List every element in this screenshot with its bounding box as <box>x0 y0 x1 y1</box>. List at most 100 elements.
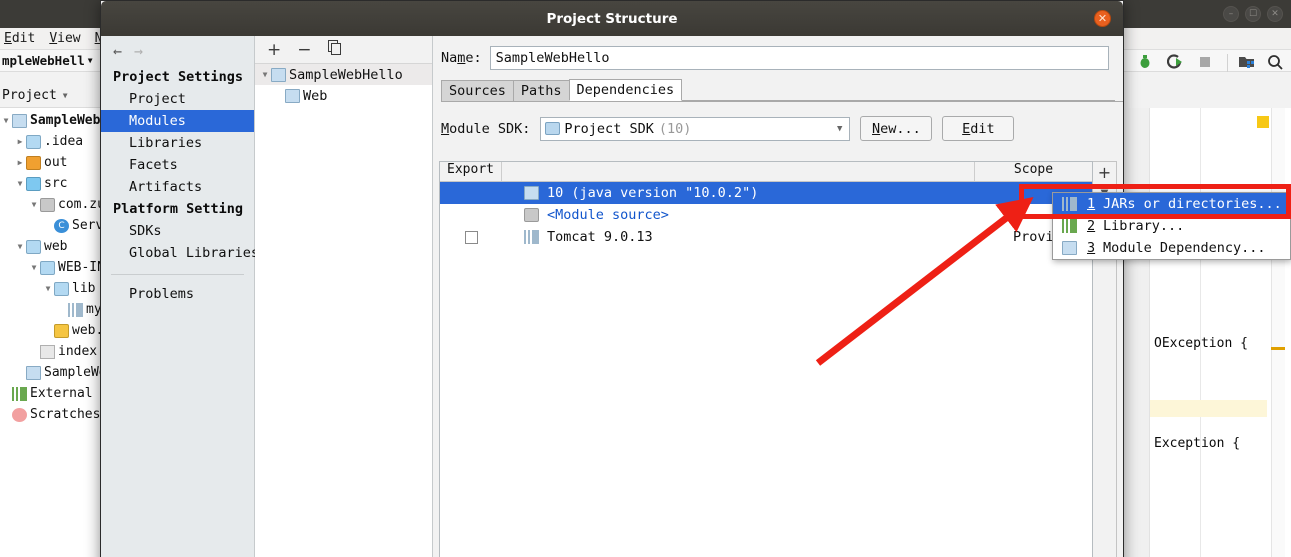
nav-divider <box>111 274 244 275</box>
remove-module-button[interactable]: − <box>297 40 311 60</box>
export-cell[interactable] <box>440 230 502 244</box>
dialog-titlebar: Project Structure ✕ <box>101 1 1123 36</box>
tree-twisty-icon[interactable]: ▼ <box>28 200 40 209</box>
tree-twisty-icon[interactable]: ▼ <box>42 284 54 293</box>
menu-item-mnemonic: 1 <box>1087 196 1096 212</box>
sidebar-item-modules[interactable]: Modules <box>101 110 254 132</box>
tree-twisty-icon[interactable]: ▼ <box>259 70 271 79</box>
module-name-row: Name: SampleWebHello <box>433 36 1123 70</box>
module-icon <box>1062 241 1077 255</box>
editor-error-stripe[interactable] <box>1257 108 1285 557</box>
jar-icon <box>68 302 83 317</box>
library-icon <box>1062 219 1077 233</box>
tab-dependencies[interactable]: Dependencies <box>568 79 683 101</box>
sidebar-item-artifacts[interactable]: Artifacts <box>101 176 254 198</box>
module-sdk-value: Project SDK <box>564 120 654 137</box>
sidebar-item-global-libraries[interactable]: Global Libraries <box>101 242 259 264</box>
project-tree-item-label: web. <box>72 323 104 338</box>
dialog-close-button[interactable]: ✕ <box>1094 10 1111 27</box>
settings-nav[interactable]: ← → Project Settings Project Modules Librar… <box>101 36 259 557</box>
menu-item-1[interactable]: 1 JARs or directories... <box>1053 193 1290 215</box>
tab-paths[interactable]: Paths <box>512 80 570 101</box>
warning-marker[interactable] <box>1257 116 1269 128</box>
dependencies-table[interactable]: Export Scope 10 (java version "10.0.2") <… <box>439 161 1093 557</box>
modules-toolbar[interactable]: + − <box>255 36 432 64</box>
menu-item-2[interactable]: 2 Library... <box>1053 215 1290 237</box>
ide-toolbar-icons[interactable] <box>1107 54 1285 72</box>
new-sdk-button[interactable]: New... <box>860 116 933 141</box>
menu-item-label: Module Dependency... <box>1103 240 1266 256</box>
tree-twisty-icon[interactable]: ▼ <box>0 116 12 125</box>
column-header-scope[interactable]: Scope <box>974 162 1092 181</box>
project-structure-icon[interactable] <box>1227 54 1255 72</box>
menu-view[interactable]: View <box>49 31 80 46</box>
column-header-export[interactable]: Export <box>440 162 502 181</box>
tree-twisty-icon[interactable]: ▼ <box>28 263 40 272</box>
run-coverage-icon[interactable] <box>1166 54 1185 72</box>
copy-module-icon[interactable] <box>327 39 342 60</box>
tree-twisty-icon[interactable]: ▼ <box>14 179 26 188</box>
minimize-button[interactable]: – <box>1223 6 1239 22</box>
export-checkbox[interactable] <box>464 230 478 244</box>
add-dependency-menu[interactable]: 1 JARs or directories... 2 Library... 3 Modul… <box>1052 192 1291 260</box>
table-row[interactable]: <Module source> <box>440 204 1092 226</box>
folder-src-icon <box>26 176 41 191</box>
sidebar-item-sdks[interactable]: SDKs <box>101 220 254 242</box>
close-button[interactable]: ✕ <box>1267 6 1283 22</box>
library-icon <box>12 386 27 401</box>
add-module-button[interactable]: + <box>267 40 281 60</box>
module-list-item-label: Web <box>303 87 328 104</box>
debug-icon[interactable] <box>1137 54 1155 72</box>
tab-sources[interactable]: Sources <box>441 80 514 101</box>
dependency-name-label: <Module source> <box>547 207 669 223</box>
sidebar-item-problems[interactable]: Problems <box>101 283 254 305</box>
sidebar-item-libraries[interactable]: Libraries <box>101 132 254 154</box>
table-row[interactable]: Tomcat 9.0.13 Provided <box>440 226 1092 248</box>
module-sdk-select[interactable]: Project SDK (10) ▼ <box>540 116 851 141</box>
nav-history-buttons[interactable]: ← → <box>101 36 254 66</box>
menu-edit[interactable]: EEditdit <box>4 31 35 46</box>
chevron-down-icon[interactable]: ▼ <box>63 91 68 100</box>
chevron-down-icon[interactable]: ▼ <box>837 124 842 134</box>
tree-twisty-icon[interactable]: ▶ <box>14 137 26 146</box>
modules-column: + − ▼ SampleWebHello Web <box>255 36 433 557</box>
facet-web-icon <box>285 88 300 103</box>
editor-area[interactable]: OException { Exception { <box>1128 108 1291 557</box>
folder-icon <box>40 260 55 275</box>
sidebar-item-project[interactable]: Project <box>101 88 254 110</box>
module-name-input[interactable]: SampleWebHello <box>489 46 1109 70</box>
dependency-name-label: Tomcat 9.0.13 <box>547 229 653 245</box>
module-icon <box>271 67 286 82</box>
iml-icon <box>26 365 41 380</box>
module-tabs[interactable]: Sources Paths Dependencies <box>441 79 1123 102</box>
stop-icon[interactable] <box>1197 54 1215 72</box>
project-tree-item-label: src <box>44 176 68 191</box>
tree-twisty-icon[interactable]: ▶ <box>14 158 26 167</box>
add-dependency-button[interactable]: + <box>1098 164 1111 182</box>
search-icon[interactable] <box>1267 54 1285 72</box>
arrow-right-icon[interactable]: → <box>134 42 143 60</box>
nav-group-title: Project Settings <box>113 69 244 85</box>
tree-twisty-icon[interactable]: ▼ <box>14 242 26 251</box>
sidebar-item-facets[interactable]: Facets <box>101 154 254 176</box>
menu-item-label: JARs or directories... <box>1103 196 1282 212</box>
window-controls[interactable]: – ☐ ✕ <box>1223 6 1283 22</box>
class-icon: C <box>54 218 69 233</box>
editor-gutter <box>1128 108 1150 557</box>
module-list-item[interactable]: Web <box>255 85 432 106</box>
module-list-item[interactable]: ▼ SampleWebHello <box>255 64 432 85</box>
menu-item-3[interactable]: 3 Module Dependency... <box>1053 237 1290 259</box>
module-sdk-label: Module SDK: <box>441 120 531 137</box>
table-row[interactable]: 10 (java version "10.0.2") <box>440 182 1092 204</box>
tabs-filler <box>681 100 1115 101</box>
scratches-icon <box>12 407 27 422</box>
nav-group-title: Platform Setting <box>113 201 244 217</box>
project-tree-item-label: lib <box>72 281 96 296</box>
sdk-icon <box>545 122 561 135</box>
arrow-left-icon[interactable]: ← <box>113 42 122 60</box>
edit-sdk-button[interactable]: Edit <box>942 116 1015 141</box>
project-tree-item-label: SampleWebH <box>30 113 109 128</box>
warning-stripe-marker[interactable] <box>1271 347 1285 350</box>
module-name-label: Name: <box>441 50 482 66</box>
maximize-button[interactable]: ☐ <box>1245 6 1261 22</box>
